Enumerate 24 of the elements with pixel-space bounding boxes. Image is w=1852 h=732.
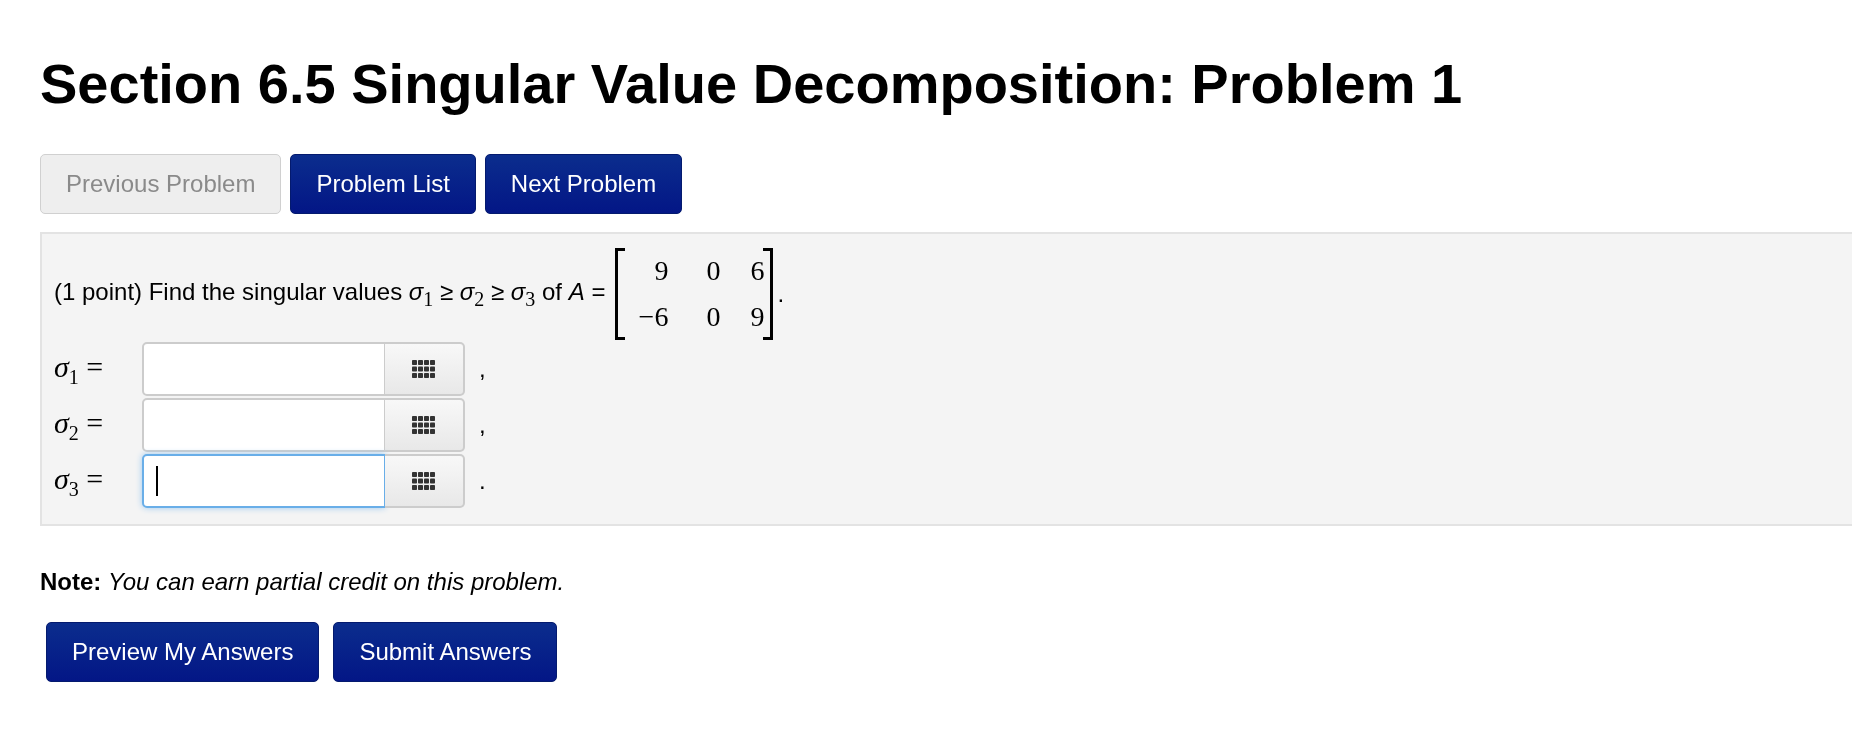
page-title: Section 6.5 Singular Value Decomposition: Problem 1 (40, 51, 1464, 116)
period: . (777, 280, 785, 308)
grid-icon (412, 472, 436, 490)
answer-label: σ$_{2}$ = (54, 405, 105, 445)
punctuation: . (479, 467, 486, 495)
punctuation: , (479, 355, 486, 383)
submit-button[interactable]: Submit Answers (333, 622, 558, 682)
answer-label: σ$_{3}$ = (54, 461, 105, 501)
note-text: Note: You can earn partial credit on this problem. (40, 568, 566, 596)
answer-field[interactable] (142, 454, 385, 508)
problem-statement: (1 point) Find the singular values σ$_{1}$ ≥ σ$_{2}$ ≥ σ$_{3}$ of A = (54, 277, 606, 311)
grid-icon (412, 360, 436, 378)
nav-button[interactable]: Problem List (290, 154, 476, 214)
grid-icon (412, 416, 436, 434)
answer-field[interactable] (142, 342, 385, 396)
submit-button[interactable]: Preview My Answers (46, 622, 320, 682)
answer-field[interactable] (142, 398, 385, 452)
equation-editor-button[interactable] (385, 342, 465, 396)
nav-button[interactable]: Next Problem (484, 154, 683, 214)
equation-editor-button[interactable] (385, 454, 465, 508)
answer-label: σ$_{1}$ = (54, 349, 105, 389)
punctuation: , (479, 411, 486, 439)
equation-editor-button[interactable] (385, 398, 465, 452)
matrix: 9 0 6 −6 0 9 (615, 248, 774, 340)
